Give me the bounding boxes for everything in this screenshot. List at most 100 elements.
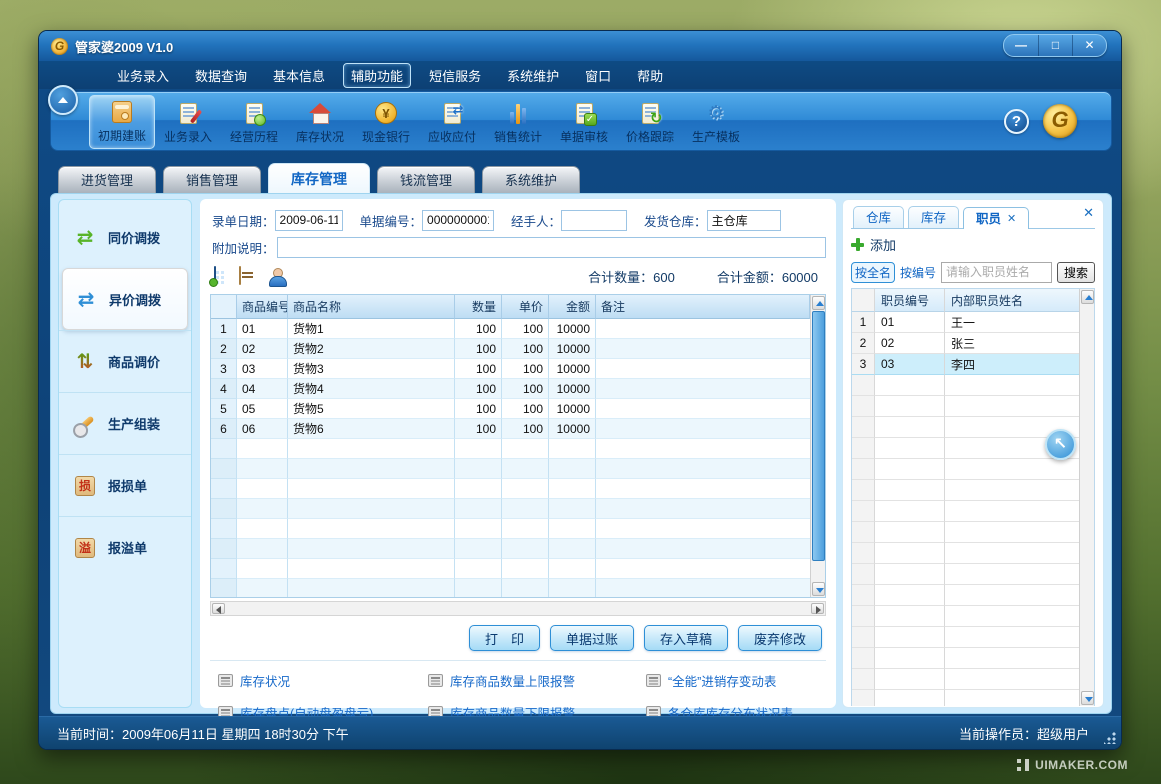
tab-close-icon[interactable]: ✕ <box>1007 208 1016 230</box>
items-table: 商品编号 商品名称 数量 单价 金额 备注 101货物110010010000 … <box>210 294 826 598</box>
toolbar-production-template-button[interactable]: ⚙ 生产模板 <box>683 95 749 149</box>
add-button[interactable]: 添加 <box>870 235 896 254</box>
save-draft-button[interactable]: 存入草稿 <box>644 625 728 651</box>
resize-grip[interactable] <box>1104 732 1116 744</box>
menu-data-query[interactable]: 数据查询 <box>195 66 247 85</box>
employee-row-selected[interactable]: 303李四 <box>852 354 1079 375</box>
sidebar-item-loss-report[interactable]: 损 报损单 <box>59 454 191 516</box>
items-table-header: 商品编号 商品名称 数量 单价 金额 备注 <box>211 295 810 319</box>
menu-bar: 业务录入 数据查询 基本信息 辅助功能 短信服务 系统维护 窗口 帮助 <box>39 61 1121 89</box>
warehouse-select-icon[interactable] <box>210 267 230 286</box>
toolbar-cash-bank-button[interactable]: ¥ 现金银行 <box>353 95 419 149</box>
minimize-button[interactable]: — <box>1004 35 1038 56</box>
tab-cashflow-management[interactable]: 钱流管理 <box>377 166 475 193</box>
table-row[interactable]: 505货物510010010000 <box>211 399 810 419</box>
close-button[interactable]: ✕ <box>1072 35 1106 56</box>
menu-window[interactable]: 窗口 <box>585 66 611 85</box>
toolbar-buttons: 初期建账 业务录入 经营历程 库存状况 ¥ 现金银行 <box>89 95 749 149</box>
employee-empty-row <box>852 690 1079 706</box>
table-empty-row <box>211 539 810 559</box>
module-tab-bar: 进货管理 销售管理 库存管理 钱流管理 系统维护 <box>58 163 580 193</box>
brand-logo-icon: G <box>1043 104 1077 138</box>
horizontal-scrollbar[interactable] <box>210 601 826 616</box>
tab-employee[interactable]: 职员✕ <box>963 207 1029 229</box>
link-inventory-status[interactable]: 库存状况 <box>218 671 428 690</box>
sidebar-item-production-assembly[interactable]: 生产组装 <box>59 392 191 454</box>
menu-system-maintenance[interactable]: 系统维护 <box>507 66 559 85</box>
table-row[interactable]: 303货物310010010000 <box>211 359 810 379</box>
discard-changes-button[interactable]: 废弃修改 <box>738 625 822 651</box>
employee-search-input[interactable] <box>941 262 1052 283</box>
panel-close-icon[interactable]: ✕ <box>1083 205 1094 221</box>
toolbar-business-history-button[interactable]: 经营历程 <box>221 95 287 149</box>
price-adjust-arrows-icon: ⇅ <box>72 350 98 374</box>
toolbar-voucher-audit-button[interactable]: ✓ 单据审核 <box>551 95 617 149</box>
handler-input[interactable] <box>561 210 627 231</box>
employee-scrollbar[interactable] <box>1079 289 1094 706</box>
employee-empty-row <box>852 480 1079 501</box>
note-input[interactable] <box>277 237 826 258</box>
scroll-up-icon[interactable] <box>812 296 825 310</box>
main-toolbar: 初期建账 业务录入 经营历程 库存状况 ¥ 现金银行 <box>50 91 1112 151</box>
scroll-down-icon[interactable] <box>1081 691 1094 705</box>
document-header-row: 录单日期： 单据编号： 经手人： 发货仓库： <box>210 208 826 232</box>
table-row[interactable]: 606货物610010010000 <box>211 419 810 439</box>
employee-select-icon[interactable] <box>268 268 285 285</box>
tab-sales-management[interactable]: 销售管理 <box>163 166 261 193</box>
scrollbar-thumb[interactable] <box>812 311 825 561</box>
help-icon[interactable]: ? <box>1004 109 1029 134</box>
watermark: UIMAKER.COM <box>1017 758 1128 772</box>
employee-row[interactable]: 101王一 <box>852 312 1079 333</box>
table-empty-row <box>211 439 810 459</box>
date-input[interactable] <box>275 210 343 231</box>
menu-business-entry[interactable]: 业务录入 <box>117 66 169 85</box>
sidebar-item-goods-price-adjust[interactable]: ⇅ 商品调价 <box>59 330 191 392</box>
menu-basic-info[interactable]: 基本信息 <box>273 66 325 85</box>
tab-inventory-management[interactable]: 库存管理 <box>268 163 370 193</box>
document-cycle-icon: ↻ <box>637 101 663 125</box>
menu-sms-service[interactable]: 短信服务 <box>429 66 481 85</box>
toolbar-business-entry-button[interactable]: 业务录入 <box>155 95 221 149</box>
scroll-up-icon[interactable] <box>1081 290 1094 304</box>
link-almighty-flow-report[interactable]: “全能”进销存变动表 <box>646 671 826 690</box>
vertical-scrollbar[interactable] <box>810 295 825 597</box>
collapse-toolbar-button[interactable] <box>48 85 78 115</box>
tab-warehouse[interactable]: 仓库 <box>853 206 904 228</box>
scroll-left-icon[interactable] <box>212 603 225 614</box>
tab-inventory[interactable]: 库存 <box>908 206 959 228</box>
toolbar-sales-statistics-button[interactable]: 销售统计 <box>485 95 551 149</box>
table-row[interactable]: 202货物210010010000 <box>211 339 810 359</box>
document-clock-icon <box>241 101 267 125</box>
transfer-arrows-icon: ⇄ <box>72 225 98 249</box>
toolbar-inventory-status-button[interactable]: 库存状况 <box>287 95 353 149</box>
sidebar-item-overflow-report[interactable]: 溢 报溢单 <box>59 516 191 578</box>
table-row[interactable]: 101货物110010010000 <box>211 319 810 339</box>
link-upper-limit-alert[interactable]: 库存商品数量上限报警 <box>428 671 646 690</box>
col-employee-name: 内部职员姓名 <box>945 289 1079 312</box>
tab-purchase-management[interactable]: 进货管理 <box>58 166 156 193</box>
table-row[interactable]: 404货物410010010000 <box>211 379 810 399</box>
search-by-name-option[interactable]: 按全名 <box>851 262 895 283</box>
quick-links: 库存状况 库存盘点(自动盘盈盘亏) 库存商品数量上限报警 库存商品数量下限报警 … <box>210 671 826 722</box>
scroll-down-icon[interactable] <box>812 582 825 596</box>
search-button[interactable]: 搜索 <box>1057 262 1095 283</box>
scroll-right-icon[interactable] <box>811 603 824 614</box>
goods-select-icon[interactable] <box>239 267 259 286</box>
maximize-button[interactable]: □ <box>1038 35 1072 56</box>
sidebar-item-diff-price-transfer[interactable]: ⇄ 异价调拨 <box>62 268 188 330</box>
warehouse-input[interactable] <box>707 210 781 231</box>
doc-number-input[interactable] <box>422 210 494 231</box>
sidebar-item-same-price-transfer[interactable]: ⇄ 同价调拨 <box>59 206 191 268</box>
totals: 合计数量：600 合计金额：60000 <box>588 267 826 286</box>
print-button[interactable]: 打 印 <box>469 625 540 651</box>
menu-help[interactable]: 帮助 <box>637 66 663 85</box>
tab-system-maintenance[interactable]: 系统维护 <box>482 166 580 193</box>
search-by-code-option[interactable]: 按编号 <box>900 264 936 281</box>
toolbar-initial-accounts-button[interactable]: 初期建账 <box>89 95 155 149</box>
toolbar-price-tracking-button[interactable]: ↻ 价格跟踪 <box>617 95 683 149</box>
toolbar-receivables-payables-button[interactable]: ⇄ 应收应付 <box>419 95 485 149</box>
employee-row[interactable]: 202张三 <box>852 333 1079 354</box>
menu-auxiliary-functions[interactable]: 辅助功能 <box>343 63 411 88</box>
employee-table-body: 职员编号 内部职员姓名 101王一 202张三 303李四 <box>852 289 1079 706</box>
post-voucher-button[interactable]: 单据过账 <box>550 625 634 651</box>
